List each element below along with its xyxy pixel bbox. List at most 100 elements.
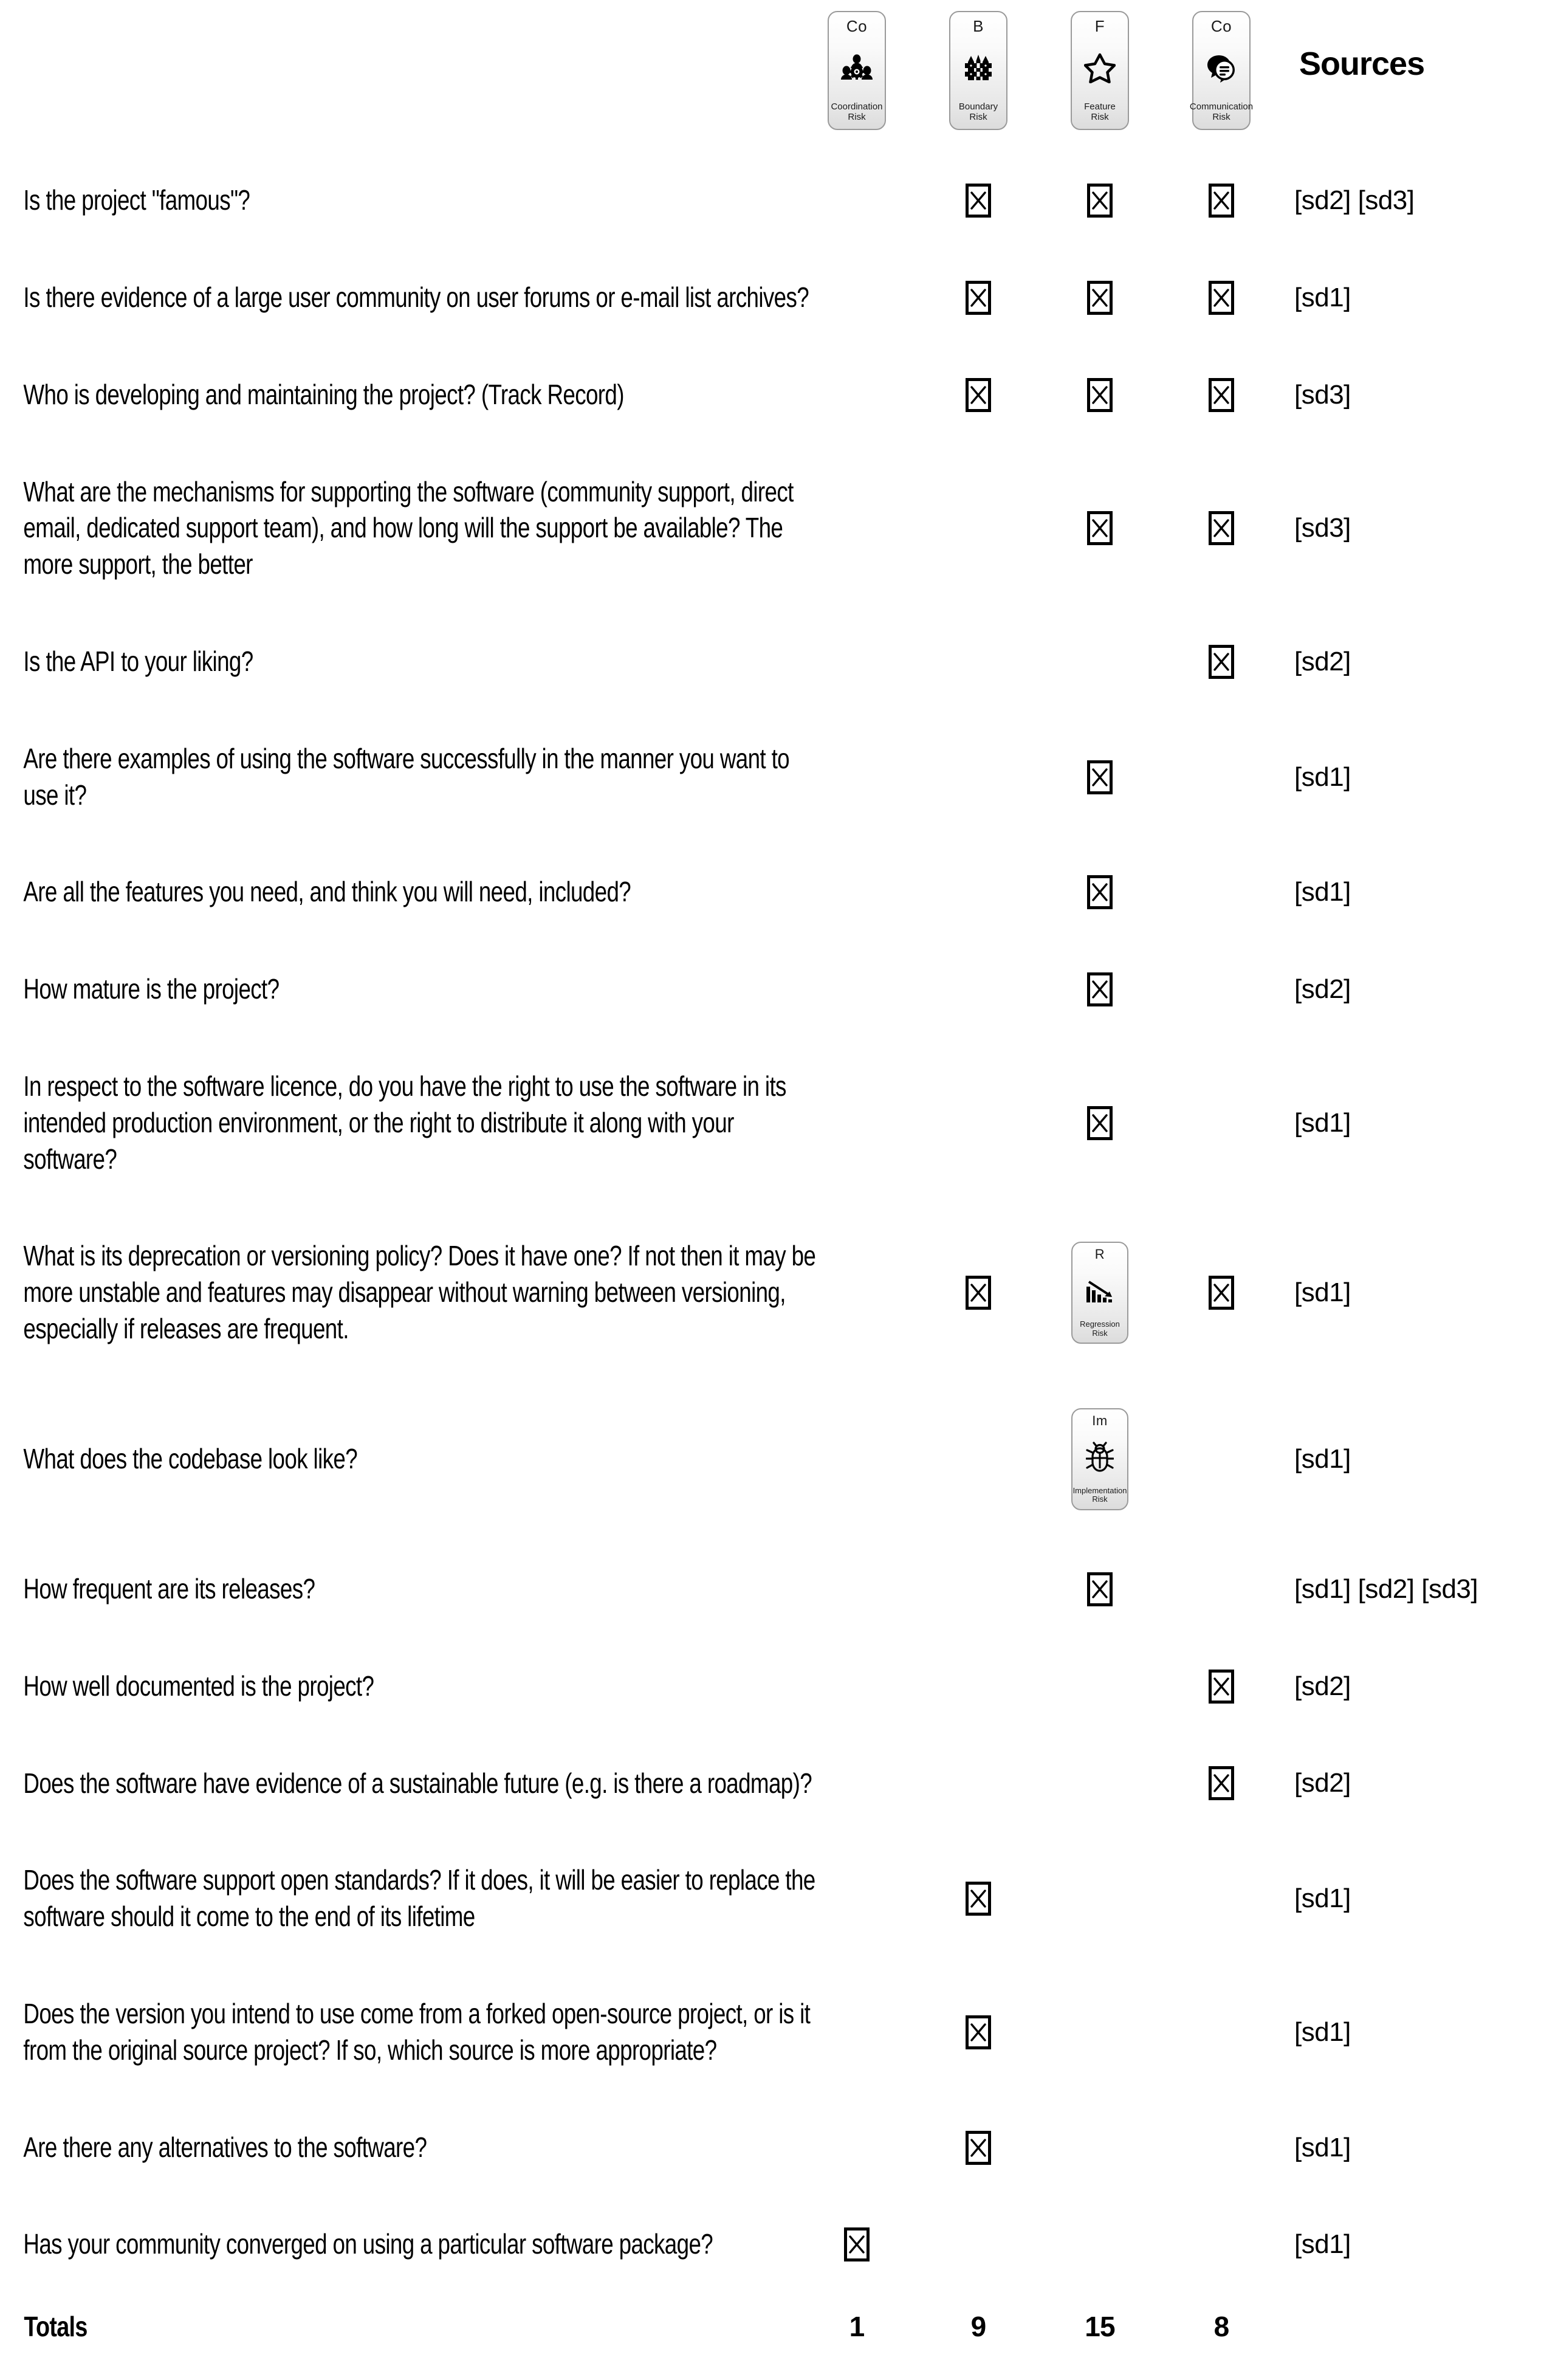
- column-header-communication-risk: Co Communication Risk: [1161, 0, 1282, 130]
- checklist-rows: Is the project "famous"? [sd2] [sd3] Is th…: [0, 152, 1558, 2293]
- risk-badge-label: Communication Risk: [1189, 101, 1254, 123]
- mark-cell-feature: [1039, 971, 1161, 1008]
- mark-cell-boundary: [918, 280, 1039, 316]
- mark-cell-boundary: [918, 1996, 1039, 2069]
- mark-cell-communication: [1161, 1408, 1282, 1510]
- question-text: Does the software support open standards…: [23, 1864, 815, 1933]
- checkbox-checked-feature[interactable]: [1087, 760, 1113, 794]
- checkbox-checked-boundary[interactable]: [966, 2015, 991, 2049]
- risk-badge-coordination: Co Coordination Risk: [828, 11, 886, 130]
- risk-badge-code: B: [973, 17, 984, 35]
- sources-cell: [sd1]: [1294, 877, 1351, 907]
- mark-cell-communication: [1161, 474, 1282, 583]
- risk-badge-communication: Co Communication Risk: [1189, 11, 1254, 130]
- total-communication: 8: [1213, 2311, 1230, 2343]
- total-feature: 15: [1085, 2311, 1115, 2343]
- sources-cell: [sd1]: [1294, 1443, 1351, 1474]
- risk-badge-boundary: B Boundary Risk: [949, 11, 1007, 130]
- sources-cell: [sd1]: [1294, 762, 1351, 792]
- star-icon: [1074, 34, 1125, 102]
- mark-cell-boundary: [918, 1238, 1039, 1347]
- checklist-row: How frequent are its releases? [sd1] [sd2…: [0, 1541, 1558, 1638]
- total-coordination: 1: [849, 2311, 865, 2343]
- checklist-row: Is the project "famous"? [sd2] [sd3]: [0, 152, 1558, 249]
- speech-bubble-icon: [1196, 34, 1247, 102]
- people-gear-icon: [831, 34, 882, 102]
- checkbox-checked-feature[interactable]: [1087, 511, 1113, 546]
- checkbox-checked-feature[interactable]: [1087, 875, 1113, 910]
- mark-cell-communication: [1161, 1571, 1282, 1608]
- sources-cell: [sd1]: [1294, 1107, 1351, 1138]
- risk-badge-regression: R Regression Risk: [1071, 1242, 1128, 1344]
- checkbox-checked-boundary[interactable]: [966, 377, 991, 412]
- mark-cell-boundary: [918, 2130, 1039, 2166]
- mark-cell-boundary: [918, 644, 1039, 680]
- column-header-boundary-risk: B Boundary Risk: [918, 0, 1039, 130]
- checkbox-checked-boundary[interactable]: [966, 1276, 991, 1310]
- checkbox-checked-feature[interactable]: [1087, 972, 1113, 1007]
- checklist-row: How well documented is the project? [sd2]: [0, 1638, 1558, 1735]
- mark-cell-boundary: [918, 1766, 1039, 1802]
- sources-cell: [sd1] [sd2] [sd3]: [1294, 1573, 1478, 1604]
- checklist-row: What does the codebase look like? Im Imple…: [0, 1378, 1558, 1541]
- checkbox-checked-coordination[interactable]: [844, 2227, 870, 2262]
- question-text: What does the codebase look like?: [23, 1442, 358, 1474]
- checkbox-checked-communication[interactable]: [1209, 1766, 1234, 1801]
- mark-cell-boundary: [918, 1068, 1039, 1177]
- checkbox-checked-communication[interactable]: [1209, 1669, 1234, 1704]
- checkbox-checked-communication[interactable]: [1209, 377, 1234, 412]
- checklist-row: In respect to the software licence, do y…: [0, 1038, 1558, 1208]
- mark-cell-feature: [1039, 644, 1161, 680]
- checkbox-checked-feature[interactable]: [1087, 183, 1113, 218]
- mark-cell-feature: [1039, 741, 1161, 814]
- sources-column-header: Sources: [1299, 46, 1425, 82]
- mark-cell-boundary: [918, 1571, 1039, 1608]
- sources-cell: [sd1]: [1294, 1278, 1351, 1308]
- checkbox-checked-feature[interactable]: [1087, 377, 1113, 412]
- question-text: Is the project "famous"?: [23, 184, 250, 216]
- question-text: Are there examples of using the software…: [23, 742, 790, 811]
- sources-cell: [sd1]: [1294, 2017, 1351, 2047]
- checkbox-checked-boundary[interactable]: [966, 1882, 991, 1916]
- risk-badge-feature: F Feature Risk: [1071, 11, 1129, 130]
- bug-icon: [1074, 1428, 1125, 1487]
- mark-cell-feature: R Regression Risk: [1039, 1238, 1161, 1347]
- risk-badge-code: Co: [1210, 17, 1232, 35]
- mark-cell-communication: [1161, 2226, 1282, 2263]
- question-text: How frequent are its releases?: [23, 1572, 315, 1604]
- question-text: Are all the features you need, and think…: [23, 876, 631, 908]
- mark-cell-boundary: [918, 1862, 1039, 1935]
- mark-cell-communication: [1161, 182, 1282, 219]
- checklist-row: Is there evidence of a large user commun…: [0, 249, 1558, 346]
- mark-cell-communication: [1161, 280, 1282, 316]
- mark-cell-communication: [1161, 377, 1282, 413]
- mark-cell-feature: [1039, 1996, 1161, 2069]
- checklist-row: Are there any alternatives to the softwa…: [0, 2099, 1558, 2196]
- checklist-row: Does the software have evidence of a sus…: [0, 1735, 1558, 1832]
- mark-cell-feature: [1039, 1668, 1161, 1705]
- mark-cell-boundary: [918, 741, 1039, 814]
- sources-cell: [sd1]: [1294, 2132, 1351, 2162]
- checkbox-checked-feature[interactable]: [1087, 1106, 1113, 1140]
- sources-cell: [sd2]: [1294, 646, 1351, 676]
- checkbox-checked-communication[interactable]: [1209, 1276, 1234, 1310]
- question-text: How well documented is the project?: [23, 1670, 374, 1702]
- checkbox-checked-boundary[interactable]: [966, 280, 991, 315]
- question-text: Does the version you intend to use come …: [23, 1998, 811, 2066]
- checkbox-checked-boundary[interactable]: [966, 2130, 991, 2165]
- checkbox-checked-communication[interactable]: [1209, 644, 1234, 679]
- checkbox-checked-communication[interactable]: [1209, 280, 1234, 315]
- totals-label: Totals: [24, 2311, 88, 2343]
- checkbox-checked-boundary[interactable]: [966, 183, 991, 218]
- mark-cell-communication: [1161, 741, 1282, 814]
- checkbox-checked-feature[interactable]: [1087, 280, 1113, 315]
- mark-cell-feature: [1039, 1766, 1161, 1802]
- checkbox-checked-communication[interactable]: [1209, 183, 1234, 218]
- question-text: Are there any alternatives to the softwa…: [23, 2131, 427, 2163]
- sources-cell: [sd1]: [1294, 282, 1351, 312]
- checkbox-checked-communication[interactable]: [1209, 511, 1234, 546]
- question-text: Has your community converged on using a …: [23, 2228, 713, 2260]
- risk-badge-code: F: [1094, 17, 1105, 35]
- checkbox-checked-feature[interactable]: [1087, 1572, 1113, 1606]
- checklist-row: Has your community converged on using a …: [0, 2196, 1558, 2293]
